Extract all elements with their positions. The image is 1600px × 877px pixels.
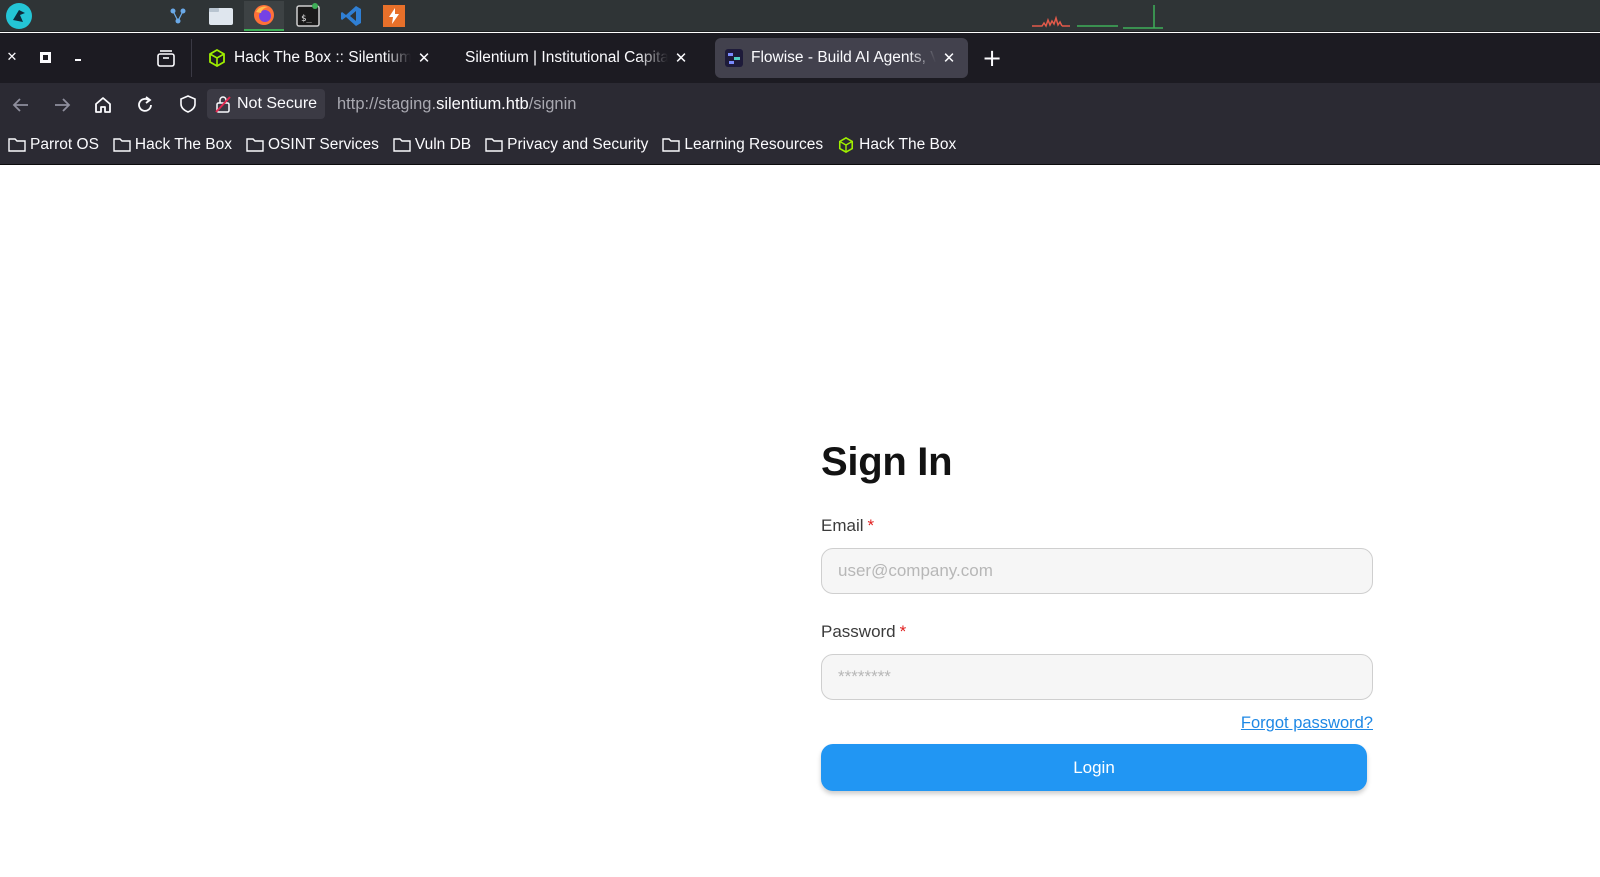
url-bar[interactable]: Not Secure http://staging.silentium.htb/…	[174, 87, 1600, 121]
insecure-lock-icon	[215, 96, 231, 113]
tab-flowise[interactable]: Flowise - Build AI Agents, Visually ✕	[715, 38, 968, 78]
tracking-protection-shield-icon[interactable]	[176, 92, 200, 116]
bookmark-label: Parrot OS	[30, 135, 99, 153]
url-path: /signin	[528, 95, 577, 113]
tab-close-icon[interactable]: ✕	[672, 49, 690, 67]
flowise-icon	[725, 49, 743, 67]
email-label-text: Email	[821, 516, 864, 535]
password-field[interactable]	[821, 654, 1373, 700]
tab-close-icon[interactable]: ✕	[940, 49, 958, 67]
folder-icon	[485, 137, 503, 153]
tab-close-icon[interactable]: ✕	[415, 49, 433, 67]
window-minimize-icon[interactable]	[69, 47, 89, 67]
home-icon[interactable]	[90, 92, 116, 118]
not-secure-label: Not Secure	[237, 95, 318, 112]
system-monitor-graph	[1032, 5, 1163, 29]
parrot-menu-icon[interactable]	[6, 3, 32, 29]
svg-text:$_: $_	[301, 14, 312, 24]
folder-icon	[246, 137, 264, 153]
bookmark-vuln-db[interactable]: Vuln DB	[393, 136, 471, 154]
email-field[interactable]	[821, 548, 1373, 594]
window-maximize-icon[interactable]	[35, 47, 55, 67]
bookmarks-toolbar: Parrot OS Hack The Box OSINT Services Vu…	[0, 125, 1600, 165]
bookmark-privacy-and-security[interactable]: Privacy and Security	[485, 136, 648, 154]
burp-suite-icon[interactable]	[374, 1, 414, 31]
tab-strip: ✕ Hack The Box :: Silentium M ✕ Silentiu…	[0, 33, 1600, 83]
password-label: Password *	[821, 622, 1373, 642]
os-panel: $_	[0, 0, 1600, 32]
required-marker: *	[899, 622, 907, 641]
email-label: Email *	[821, 516, 1373, 536]
url-prefix: http://staging.	[337, 95, 437, 113]
required-marker: *	[867, 516, 875, 535]
bookmark-label: Learning Resources	[684, 135, 824, 153]
bookmark-label: Vuln DB	[414, 135, 472, 153]
window-close-icon[interactable]: ✕	[2, 47, 22, 67]
page-title: Sign In	[821, 440, 953, 484]
tab-title: Flowise - Build AI Agents, Visually	[751, 49, 936, 66]
bookmark-learning-resources[interactable]: Learning Resources	[662, 136, 823, 154]
url-text[interactable]: http://staging.silentium.htb/signin	[337, 95, 576, 114]
back-icon[interactable]	[8, 92, 34, 118]
tab-silentium[interactable]: Silentium | Institutional Capital ✕	[455, 38, 700, 78]
folder-icon	[8, 137, 26, 153]
bookmark-parrot-os[interactable]: Parrot OS	[8, 136, 99, 154]
folder-icon	[393, 137, 411, 153]
forward-icon[interactable]	[49, 92, 75, 118]
signin-form: Sign In Email* Password* Forgot password…	[821, 440, 1373, 791]
bookmark-hack-the-box-link[interactable]: Hack The Box	[837, 136, 956, 154]
tab-divider	[191, 39, 192, 77]
bookmark-label: Privacy and Security	[507, 135, 649, 153]
folder-icon	[662, 137, 681, 153]
bookmark-label: OSINT Services	[268, 135, 379, 153]
not-secure-indicator[interactable]: Not Secure	[207, 89, 326, 119]
new-tab-icon[interactable]: +	[980, 46, 1004, 70]
forgot-password-link[interactable]: Forgot password?	[821, 714, 1373, 734]
bookmark-osint-services[interactable]: OSINT Services	[246, 136, 379, 154]
htb-cube-icon	[837, 136, 855, 153]
bookmark-label: Hack The Box	[134, 135, 232, 153]
navigation-toolbar: Not Secure http://staging.silentium.htb/…	[0, 83, 1600, 125]
url-host: silentium.htb	[436, 95, 529, 113]
file-manager-icon[interactable]	[201, 1, 241, 31]
page-content: Sign In Email* Password* Forgot password…	[0, 166, 1600, 877]
tab-title: Silentium | Institutional Capital	[465, 49, 668, 66]
htb-cube-icon	[208, 49, 226, 67]
tab-overview-icon[interactable]	[152, 44, 180, 72]
password-label-text: Password	[821, 622, 896, 641]
tab-title: Hack The Box :: Silentium M	[234, 49, 411, 66]
folder-icon	[113, 137, 131, 153]
bookmark-label: Hack The Box	[859, 135, 957, 153]
network-tool-icon[interactable]	[158, 1, 198, 31]
tab-hack-the-box[interactable]: Hack The Box :: Silentium M ✕	[198, 38, 443, 78]
firefox-icon[interactable]	[244, 1, 284, 31]
vscode-icon[interactable]	[331, 1, 371, 31]
login-button[interactable]: Login	[821, 744, 1367, 791]
bookmark-hack-the-box-folder[interactable]: Hack The Box	[113, 136, 232, 154]
terminal-icon[interactable]: $_	[288, 1, 328, 31]
reload-icon[interactable]	[132, 92, 158, 118]
